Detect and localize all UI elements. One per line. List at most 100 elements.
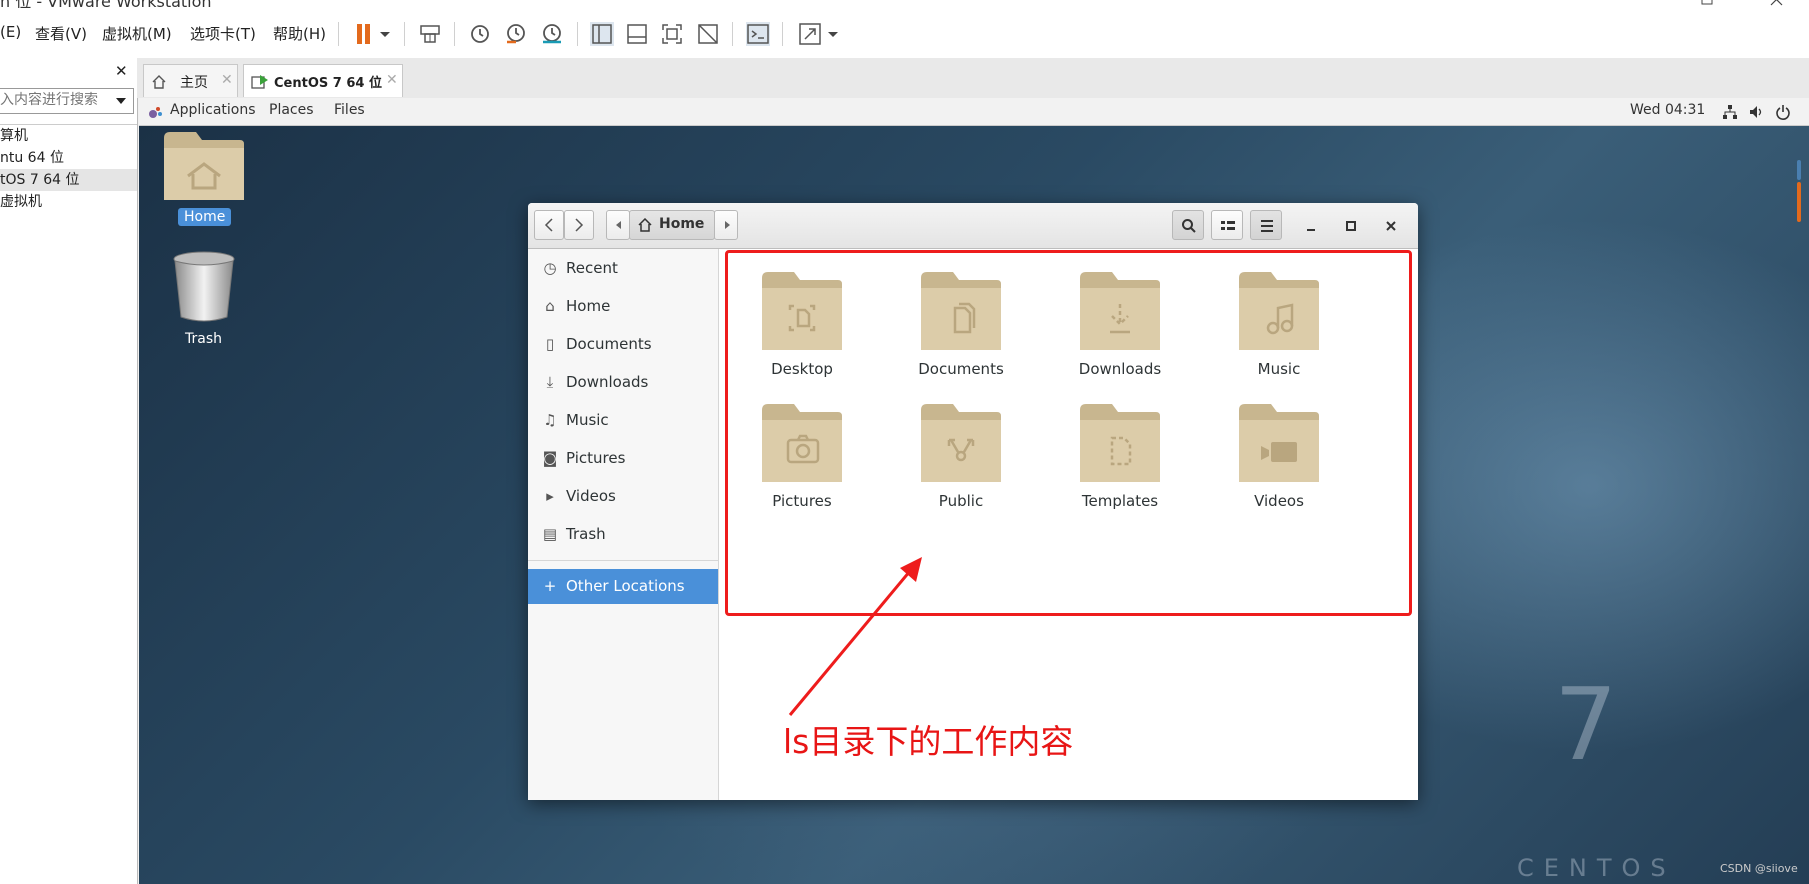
snapshot-manager-icon[interactable]	[540, 22, 564, 46]
folder-home-icon	[164, 132, 244, 200]
send-ctrl-alt-del-icon[interactable]	[418, 22, 442, 46]
snapshot-icon[interactable]	[468, 22, 492, 46]
network-icon[interactable]	[1722, 104, 1738, 120]
tab-bar: 主页 ✕ CentOS 7 64 位 ✕	[137, 58, 1809, 98]
sidebar-item-recent[interactable]: ◷ Recent	[528, 249, 718, 287]
hamburger-icon	[1261, 220, 1273, 232]
download-icon: ⤓	[546, 373, 554, 391]
sidebar-item-documents[interactable]: ▯ Documents	[528, 325, 718, 363]
menu-button[interactable]	[1250, 210, 1282, 240]
path-scroll-right[interactable]	[714, 210, 738, 240]
desktop-icon-label: Trash	[185, 331, 222, 347]
files-menu[interactable]: Files	[334, 102, 365, 118]
places-menu[interactable]: Places	[269, 102, 314, 118]
menu-edit[interactable]: (E)	[0, 23, 21, 41]
annotation-text: ls目录下的工作内容	[783, 722, 1074, 761]
gnome-top-bar: Applications Places Files Wed 04:31	[139, 98, 1809, 126]
trash-icon: ▤	[542, 525, 558, 543]
sidebar-item-other-locations[interactable]: + Other Locations	[528, 569, 718, 604]
clock-icon: ◷	[543, 259, 557, 277]
path-scroll-left[interactable]	[606, 210, 630, 240]
clock[interactable]: Wed 04:31	[1630, 102, 1705, 118]
sidebar-item-home[interactable]: ⌂ Home	[528, 287, 718, 325]
applications-menu[interactable]: Applications	[170, 102, 256, 118]
tab-close-icon[interactable]: ✕	[221, 72, 233, 88]
menu-tabs[interactable]: 选项卡(T)	[190, 23, 256, 44]
path-home-button[interactable]: Home	[629, 210, 715, 240]
volume-icon[interactable]	[1748, 104, 1764, 120]
toolbar-divider	[404, 22, 405, 46]
toolbar-divider	[454, 22, 455, 46]
maximize-icon[interactable]	[1344, 219, 1358, 233]
chevron-left-icon	[544, 218, 553, 232]
revert-snapshot-icon[interactable]	[504, 22, 528, 46]
document-icon: ▯	[545, 335, 555, 353]
pause-icon[interactable]	[352, 22, 376, 46]
tab-home[interactable]: 主页 ✕	[143, 64, 238, 97]
triangle-right-icon	[725, 221, 730, 229]
tree-item-ubuntu[interactable]: ntu 64 位	[0, 147, 137, 169]
back-button[interactable]	[534, 210, 564, 240]
sidebar-item-pictures[interactable]: ◙ Pictures	[528, 439, 718, 477]
menu-bar: (E) 查看(V) 虚拟机(M) 选项卡(T) 帮助(H)	[0, 8, 1809, 59]
sidebar-divider	[528, 560, 718, 561]
console-view-icon[interactable]	[746, 22, 770, 46]
toolbar-divider	[732, 22, 733, 46]
search-dropdown-icon[interactable]	[114, 94, 128, 108]
power-icon[interactable]	[1775, 104, 1791, 120]
tree-item-my-computer[interactable]: 算机	[0, 125, 137, 147]
chevron-right-icon	[575, 218, 584, 232]
menu-view[interactable]: 查看(V)	[35, 23, 87, 44]
home-icon: ⌂	[545, 297, 555, 315]
menu-help[interactable]: 帮助(H)	[273, 23, 326, 44]
library-close-button[interactable]: ✕	[115, 62, 128, 80]
list-view-icon	[1221, 221, 1235, 230]
watermark: CSDN @siiove	[1720, 862, 1798, 875]
tree-item-centos[interactable]: tOS 7 64 位	[0, 169, 137, 191]
toolbar-divider	[577, 22, 578, 46]
sidebar-item-trash[interactable]: ▤ Trash	[528, 515, 718, 553]
plus-icon: +	[543, 577, 557, 595]
tree-item-shared-vms[interactable]: 虚拟机	[0, 191, 137, 213]
home-icon	[152, 75, 166, 89]
minimize-icon[interactable]	[1304, 219, 1318, 233]
header-bar: Home	[528, 203, 1418, 249]
restore-icon[interactable]	[1700, 0, 1714, 6]
close-window-icon[interactable]	[1384, 219, 1398, 233]
close-icon[interactable]	[1770, 0, 1784, 6]
power-dropdown-icon[interactable]	[378, 22, 392, 46]
vm-running-icon	[251, 75, 268, 89]
sidebar-item-videos[interactable]: ▸ Videos	[528, 477, 718, 515]
search-button[interactable]	[1172, 210, 1204, 240]
show-library-icon[interactable]	[590, 22, 614, 46]
desktop-icon-label: Home	[178, 208, 232, 226]
scrollbar-indicator[interactable]	[1795, 160, 1805, 240]
triangle-left-icon	[616, 221, 621, 229]
library-search-input[interactable]	[0, 89, 108, 111]
gnome-foot-icon	[149, 107, 162, 118]
library-search-box[interactable]	[0, 88, 134, 114]
desktop-home-icon[interactable]: Home	[159, 128, 249, 228]
full-screen-icon[interactable]	[660, 22, 684, 46]
sidebar-item-downloads[interactable]: ⤓ Downloads	[528, 363, 718, 401]
menu-vm[interactable]: 虚拟机(M)	[102, 23, 172, 44]
forward-button[interactable]	[564, 210, 594, 240]
stretch-guest-icon[interactable]	[798, 22, 822, 46]
tab-label: 主页	[180, 75, 208, 91]
video-icon: ▸	[546, 487, 554, 505]
music-icon: ♫	[543, 411, 557, 429]
desktop-trash-icon[interactable]: Trash	[159, 251, 249, 351]
sidebar-item-music[interactable]: ♫ Music	[528, 401, 718, 439]
library-pane: ✕ 算机 ntu 64 位 tOS 7 64 位 虚拟机	[0, 58, 138, 884]
tab-centos[interactable]: CentOS 7 64 位 ✕	[243, 64, 403, 97]
centos-brand-text: CENTOS	[1517, 854, 1676, 882]
toolbar-divider	[338, 22, 339, 46]
view-toggle-button[interactable]	[1211, 210, 1243, 240]
centos-version-mark: 7	[1554, 666, 1618, 783]
thumbnail-bar-icon[interactable]	[625, 22, 649, 46]
stretch-dropdown-icon[interactable]	[826, 22, 840, 46]
unity-mode-icon[interactable]	[696, 22, 720, 46]
home-icon	[638, 218, 652, 232]
library-tree: 算机 ntu 64 位 tOS 7 64 位 虚拟机	[0, 124, 137, 213]
tab-close-icon[interactable]: ✕	[386, 72, 398, 88]
